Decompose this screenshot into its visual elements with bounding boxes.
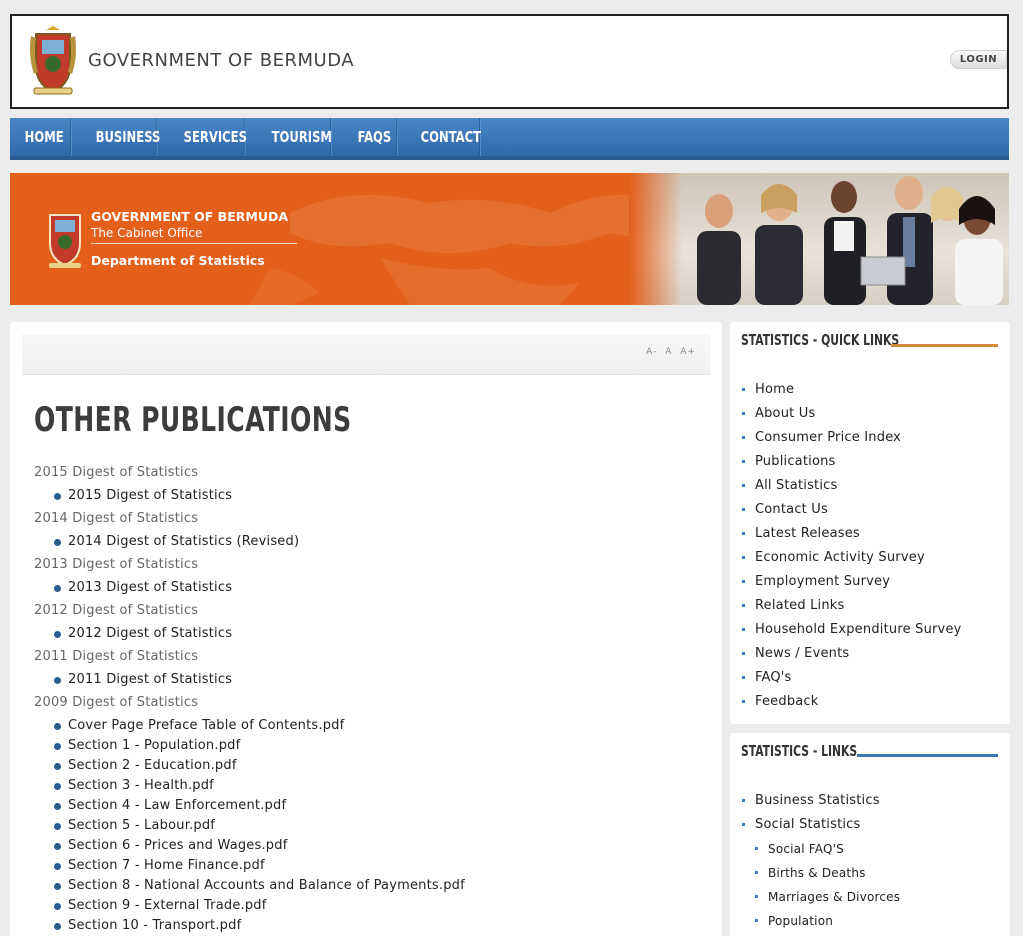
quick-link-latest-releases[interactable]: Latest Releases (742, 526, 962, 550)
nav-home[interactable]: HOME (10, 118, 72, 156)
publication-link[interactable]: 2013 Digest of Statistics (34, 580, 704, 603)
font-decrease-button[interactable]: A- (646, 347, 657, 357)
quick-link-economic-activity-survey[interactable]: Economic Activity Survey (742, 550, 962, 574)
group-title: 2012 Digest of Statistics (34, 603, 199, 618)
publication-link[interactable]: Section 4 - Law Enforcement.pdf (34, 798, 704, 818)
publication-list: 2015 Digest of Statistics 2015 Digest of… (34, 465, 704, 936)
quick-link-faqs[interactable]: FAQ's (742, 670, 962, 694)
quick-link-cpi[interactable]: Consumer Price Index (742, 430, 962, 454)
publication-link[interactable]: Section 1 - Population.pdf (34, 738, 704, 758)
publication-link[interactable]: Section 2 - Education.pdf (34, 758, 704, 778)
group-title: 2013 Digest of Statistics (34, 557, 199, 572)
publication-link[interactable]: 2014 Digest of Statistics (Revised) (34, 534, 704, 557)
nav-services[interactable]: SERVICES (169, 118, 247, 156)
department-banner: GOVERNMENT OF BERMUDA The Cabinet Office… (10, 173, 1009, 305)
site-title[interactable]: GOVERNMENT OF BERMUDA (88, 50, 354, 71)
quick-links-title: STATISTICS - QUICK LINKS (741, 331, 900, 349)
quick-link-employment-survey[interactable]: Employment Survey (742, 574, 962, 598)
publication-link[interactable]: 2011 Digest of Statistics (34, 672, 704, 695)
statistics-links-panel: STATISTICS - LINKS Business Statistics S… (730, 733, 1010, 936)
font-size-tools: A- A A+ (642, 347, 696, 357)
quick-link-household-expenditure-survey[interactable]: Household Expenditure Survey (742, 622, 962, 646)
publication-link[interactable]: Section 6 - Prices and Wages.pdf (34, 838, 704, 858)
publication-link[interactable]: 2015 Digest of Statistics (34, 488, 704, 511)
quick-link-contact-us[interactable]: Contact Us (742, 502, 962, 526)
banner-divider (91, 243, 297, 244)
stat-link-births-deaths[interactable]: Births & Deaths (742, 865, 900, 889)
quick-link-feedback[interactable]: Feedback (742, 694, 962, 718)
site-header: GOVERNMENT OF BERMUDA LOGIN (10, 14, 1009, 109)
banner-office-subtitle: The Cabinet Office (91, 226, 203, 240)
main-content: A- A A+ OTHER PUBLICATIONS 2015 Digest o… (10, 322, 722, 936)
banner-crest-icon (49, 214, 81, 268)
publication-link[interactable]: Section 8 - National Accounts and Balanc… (34, 878, 704, 898)
quick-link-news-events[interactable]: News / Events (742, 646, 962, 670)
publication-link[interactable]: 2012 Digest of Statistics (34, 626, 704, 649)
banner-gov-title: GOVERNMENT OF BERMUDA (91, 209, 289, 224)
font-increase-button[interactable]: A+ (680, 347, 696, 357)
nav-tourism[interactable]: TOURISM (257, 118, 332, 156)
quick-link-all-statistics[interactable]: All Statistics (742, 478, 962, 502)
business-team-photo (629, 173, 1009, 305)
publication-link[interactable]: Section 3 - Health.pdf (34, 778, 704, 798)
publication-link[interactable]: Section 9 - External Trade.pdf (34, 898, 704, 918)
statistics-links-title-rule (857, 754, 998, 757)
group-title: 2014 Digest of Statistics (34, 511, 199, 526)
nav-contact[interactable]: CONTACT (406, 118, 481, 156)
publication-link[interactable]: Section 10 - Transport.pdf (34, 918, 704, 936)
quick-links-list: Home About Us Consumer Price Index Publi… (742, 382, 962, 718)
group-title: 2015 Digest of Statistics (34, 465, 199, 480)
stat-link-business-statistics[interactable]: Business Statistics (742, 793, 900, 817)
stat-link-social-statistics[interactable]: Social Statistics (742, 817, 900, 841)
login-button[interactable]: LOGIN (950, 50, 1007, 69)
main-nav: HOME BUSINESS SERVICES TOURISM FAQS CONT… (10, 118, 1009, 160)
quick-link-about-us[interactable]: About Us (742, 406, 962, 430)
statistics-links-list: Business Statistics Social Statistics So… (742, 793, 900, 936)
quick-links-panel: STATISTICS - QUICK LINKS Home About Us C… (730, 322, 1010, 724)
page-title: OTHER PUBLICATIONS (34, 400, 352, 440)
stat-link-marriages-divorces[interactable]: Marriages & Divorces (742, 889, 900, 913)
font-normal-button[interactable]: A (665, 347, 672, 357)
publication-link[interactable]: Cover Page Preface Table of Contents.pdf (34, 718, 704, 738)
banner-dept-title: Department of Statistics (91, 253, 265, 268)
quick-link-home[interactable]: Home (742, 382, 962, 406)
content-toolbar: A- A A+ (22, 334, 710, 375)
quick-links-title-rule (891, 344, 998, 347)
bermuda-coat-of-arms-logo[interactable] (28, 26, 78, 98)
nav-faqs[interactable]: FAQS (343, 118, 398, 156)
stat-link-population[interactable]: Population (742, 913, 900, 936)
stat-link-social-faqs[interactable]: Social FAQ'S (742, 841, 900, 865)
quick-link-related-links[interactable]: Related Links (742, 598, 962, 622)
group-title: 2009 Digest of Statistics (34, 695, 199, 710)
publication-link[interactable]: Section 5 - Labour.pdf (34, 818, 704, 838)
quick-link-publications[interactable]: Publications (742, 454, 962, 478)
nav-business[interactable]: BUSINESS (81, 118, 160, 156)
group-title: 2011 Digest of Statistics (34, 649, 199, 664)
publication-link[interactable]: Section 7 - Home Finance.pdf (34, 858, 704, 878)
statistics-links-title: STATISTICS - LINKS (741, 742, 858, 760)
